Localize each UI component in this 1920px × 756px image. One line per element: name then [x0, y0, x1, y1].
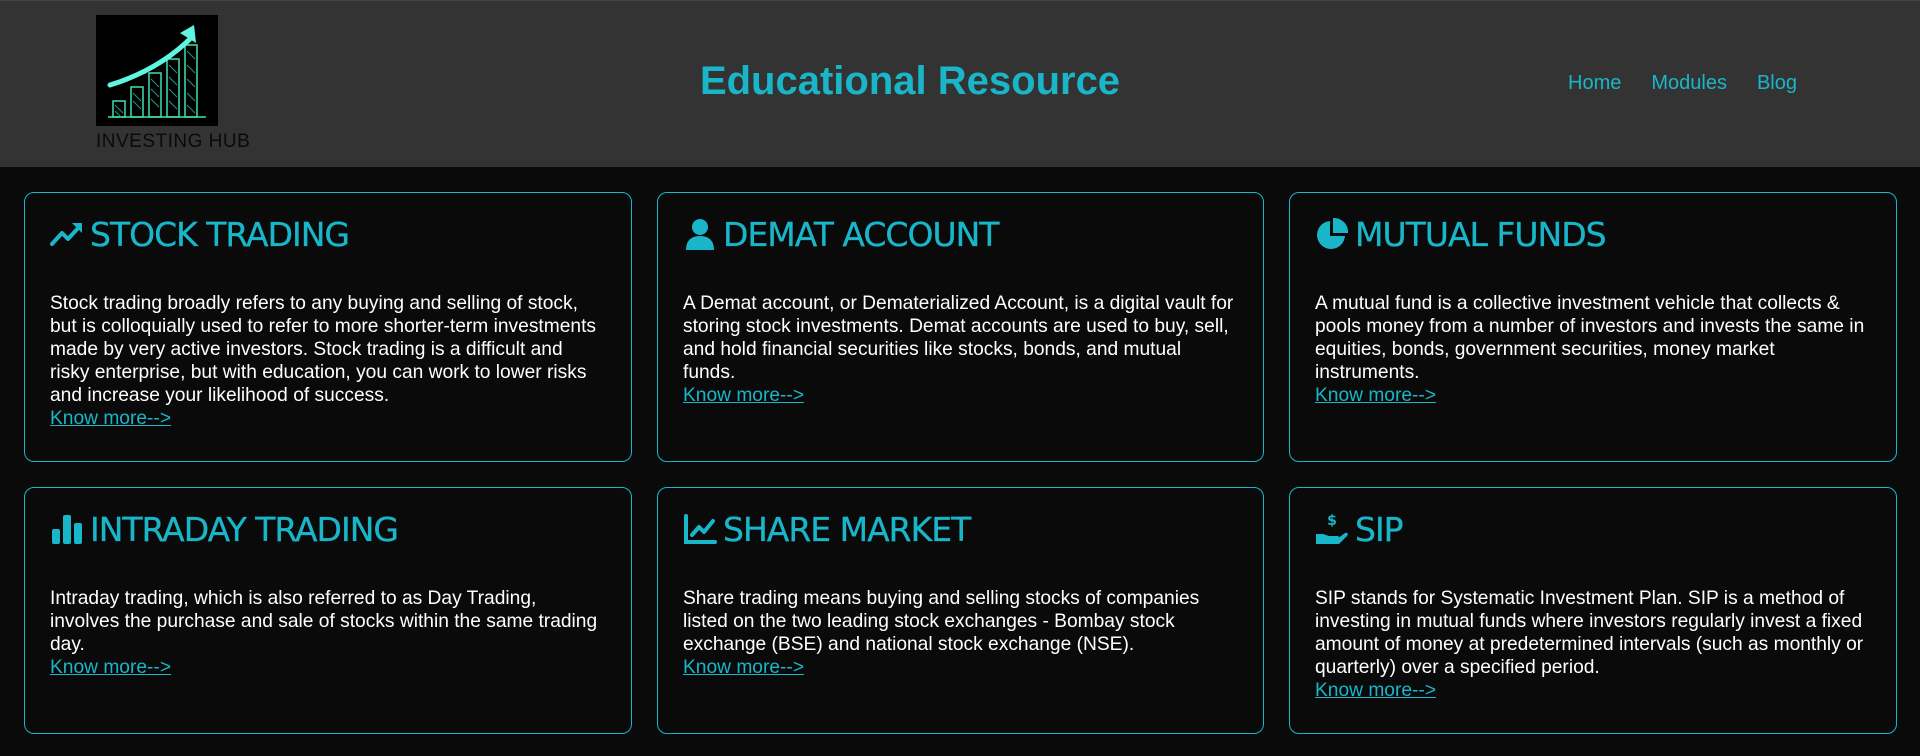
- svg-text:$: $: [1327, 513, 1337, 529]
- card-title: STOCK TRADING: [90, 214, 350, 254]
- card-description: Share trading means buying and selling s…: [683, 588, 1200, 655]
- pie-chart-icon: [1315, 217, 1349, 251]
- site-header: INVESTING HUB Educational Resource Home …: [0, 0, 1920, 167]
- nav-modules-link[interactable]: Modules: [1651, 72, 1727, 95]
- know-more-link[interactable]: Know more-->: [683, 656, 804, 679]
- card-description: A Demat account, or Dematerialized Accou…: [683, 293, 1234, 383]
- main-nav: Home Modules Blog: [1568, 72, 1797, 95]
- page-title: Educational Resource: [699, 59, 1121, 103]
- resource-grid: STOCK TRADING Stock trading broadly refe…: [24, 192, 1897, 734]
- bar-chart-icon: [50, 512, 84, 546]
- card-description: Intraday trading, which is also referred…: [50, 588, 598, 655]
- know-more-link[interactable]: Know more-->: [50, 407, 171, 430]
- card-header: MUTUAL FUNDS: [1315, 213, 1871, 255]
- card-header: $ SIP: [1315, 508, 1871, 550]
- user-icon: [683, 217, 717, 251]
- card-title: INTRADAY TRADING: [90, 509, 399, 549]
- card-stock-trading: STOCK TRADING Stock trading broadly refe…: [24, 192, 632, 462]
- know-more-link[interactable]: Know more-->: [683, 384, 804, 407]
- card-demat-account: DEMAT ACCOUNT A Demat account, or Demate…: [657, 192, 1264, 462]
- card-description: SIP stands for Systematic Investment Pla…: [1315, 588, 1864, 678]
- card-description: A mutual fund is a collective investment…: [1315, 293, 1865, 383]
- nav-blog-link[interactable]: Blog: [1757, 72, 1797, 95]
- card-intraday-trading: INTRADAY TRADING Intraday trading, which…: [24, 487, 632, 734]
- line-chart-icon: [683, 512, 717, 546]
- know-more-link[interactable]: Know more-->: [50, 656, 171, 679]
- card-title: DEMAT ACCOUNT: [723, 214, 1000, 254]
- card-mutual-funds: MUTUAL FUNDS A mutual fund is a collecti…: [1289, 192, 1897, 462]
- card-description: Stock trading broadly refers to any buyi…: [50, 293, 597, 406]
- card-header: INTRADAY TRADING: [50, 508, 606, 550]
- card-sip: $ SIP SIP stands for Systematic Investme…: [1289, 487, 1897, 734]
- card-header: DEMAT ACCOUNT: [683, 213, 1238, 255]
- card-header: SHARE MARKET: [683, 508, 1238, 550]
- card-title: SHARE MARKET: [723, 509, 972, 549]
- card-title: MUTUAL FUNDS: [1355, 214, 1607, 254]
- hand-dollar-icon: $: [1315, 512, 1349, 546]
- nav-home-link[interactable]: Home: [1568, 72, 1621, 95]
- trend-up-icon: [50, 217, 84, 251]
- card-title: SIP: [1355, 509, 1404, 549]
- card-header: STOCK TRADING: [50, 213, 606, 255]
- brand-name: INVESTING HUB: [96, 131, 251, 152]
- card-share-market: SHARE MARKET Share trading means buying …: [657, 487, 1264, 734]
- know-more-link[interactable]: Know more-->: [1315, 384, 1436, 407]
- know-more-link[interactable]: Know more-->: [1315, 679, 1436, 702]
